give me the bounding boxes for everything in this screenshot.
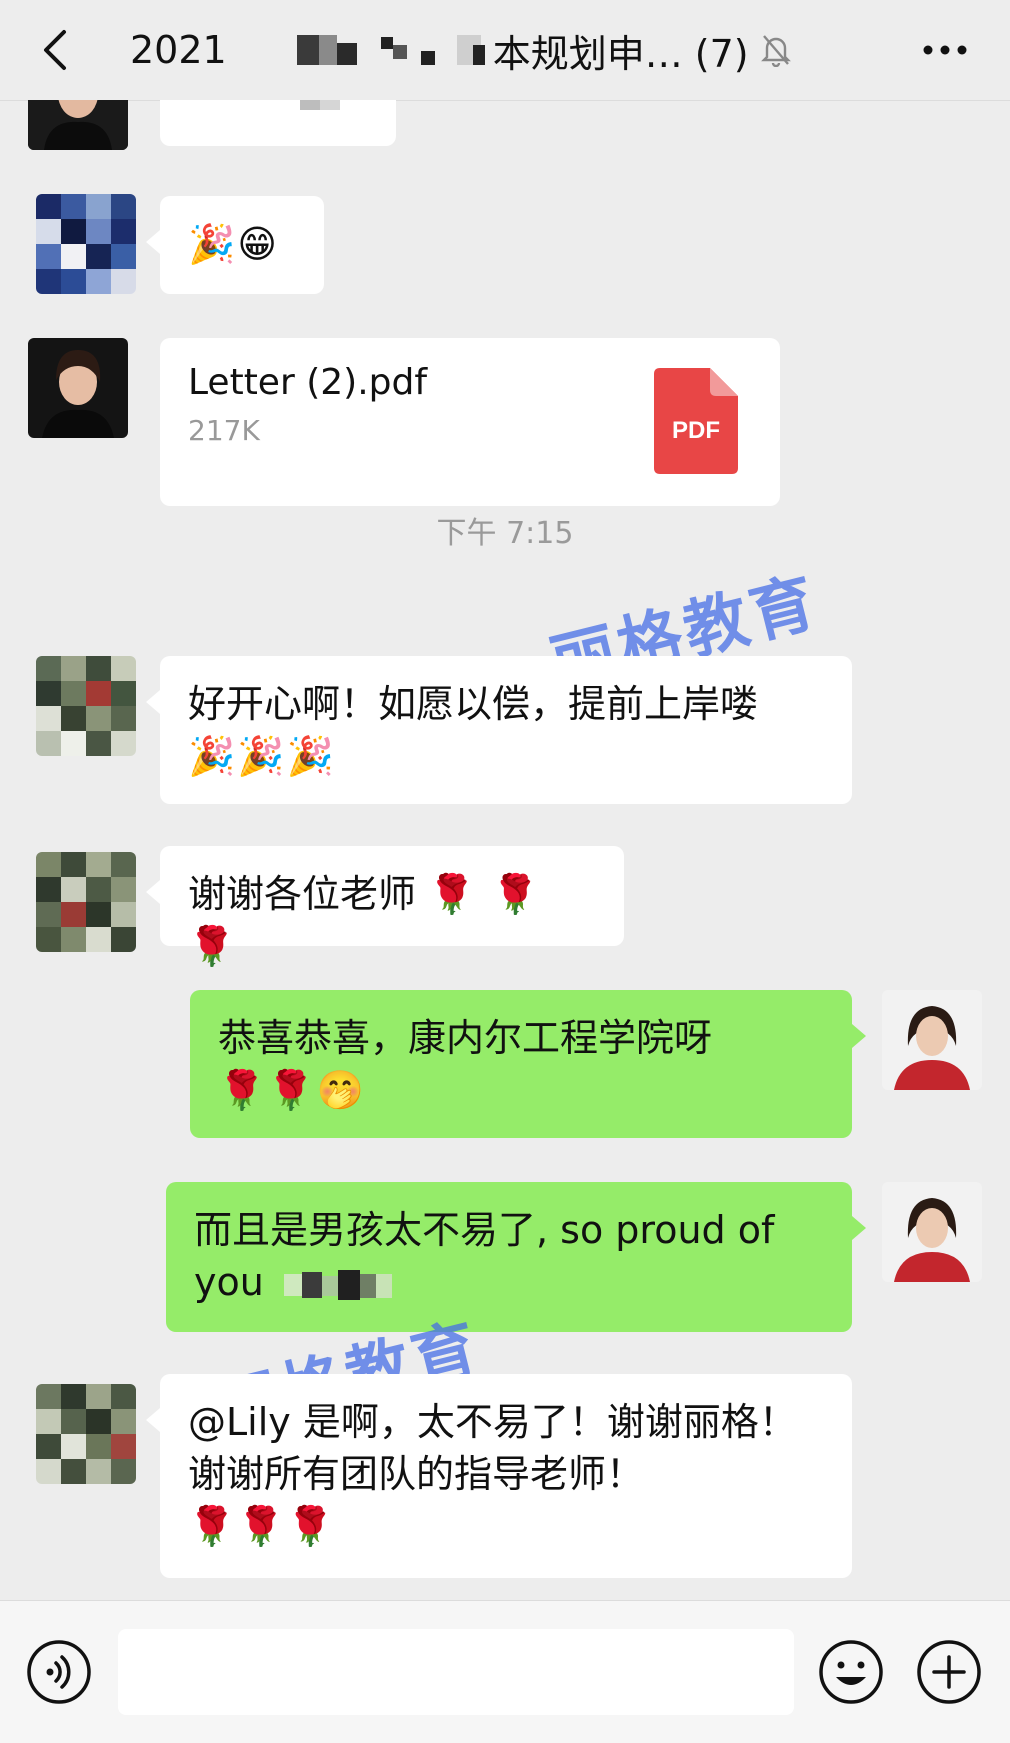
file-name: Letter (2).pdf bbox=[188, 362, 428, 403]
message-timestamp: 下午 7:15 bbox=[436, 516, 574, 551]
more-dots-icon bbox=[923, 45, 967, 55]
input-bar bbox=[0, 1600, 1010, 1743]
message-bubble-text[interactable]: 好开心啊！如愿以偿，提前上岸喽 🎉🎉🎉 bbox=[146, 656, 852, 804]
avatar-teacher[interactable] bbox=[28, 100, 128, 150]
voice-input-button[interactable] bbox=[26, 1639, 92, 1705]
pdf-label: PDF bbox=[672, 417, 720, 444]
message-emojis: 🎉😁 bbox=[188, 222, 279, 266]
avatar-photo bbox=[882, 1182, 982, 1282]
avatar-photo bbox=[28, 338, 128, 438]
message-bubble-text[interactable]: 谢谢各位老师 🌹 🌹 🌹 bbox=[146, 846, 624, 968]
group-title: 2021 本规划申… (7) bbox=[130, 22, 850, 78]
file-size: 217K bbox=[188, 414, 260, 447]
avatar-mosaic bbox=[36, 194, 136, 294]
message-bubble-emoji[interactable]: 🎉😁 bbox=[146, 196, 324, 294]
group-title-prefix: 2021 bbox=[130, 28, 227, 72]
message-bubble-partial[interactable] bbox=[160, 100, 396, 146]
avatar-mosaic bbox=[36, 656, 136, 756]
avatar-mosaic bbox=[36, 852, 136, 952]
avatar-member-blurred[interactable] bbox=[36, 656, 136, 756]
emoji-button[interactable] bbox=[818, 1639, 884, 1705]
message-bubble-sent[interactable]: 恭喜恭喜，康内尔工程学院呀 🌹🌹🤭 bbox=[190, 990, 866, 1138]
message-text: 谢谢各位老师 bbox=[188, 872, 417, 916]
message-bubble-sent[interactable]: 而且是男孩太不易了, so proud of you bbox=[166, 1182, 866, 1332]
message-emojis: 🎉🎉🎉 bbox=[188, 734, 336, 778]
redacted-mosaic bbox=[296, 35, 485, 65]
redacted-mosaic bbox=[300, 100, 340, 110]
message-input[interactable] bbox=[118, 1629, 794, 1715]
avatar-member-blurred[interactable] bbox=[36, 852, 136, 952]
chat-header: 2021 本规划申… (7) bbox=[0, 0, 1010, 101]
back-button[interactable] bbox=[30, 22, 80, 78]
more-functions-button[interactable] bbox=[916, 1639, 982, 1705]
more-options-button[interactable] bbox=[910, 22, 980, 78]
plus-circle-icon bbox=[917, 1640, 981, 1704]
chevron-left-icon bbox=[44, 30, 66, 70]
redacted-mosaic bbox=[283, 1269, 392, 1300]
message-emojis: 🌹🌹🤭 bbox=[218, 1068, 366, 1112]
group-title-suffix: 本规划申… (7) bbox=[492, 31, 749, 76]
message-text: 好开心啊！如愿以偿，提前上岸喽 bbox=[188, 682, 759, 726]
voice-icon bbox=[27, 1640, 91, 1704]
message-text: 而且是男孩太不易了, so proud of you bbox=[194, 1208, 775, 1304]
avatar-member-blurred[interactable] bbox=[36, 194, 136, 294]
message-emojis: 🌹🌹🌹 bbox=[188, 1504, 336, 1548]
chat-area[interactable]: 🎉😁 Letter (2).pdf 217K PDF 下午 7:15 丽格教育 bbox=[0, 100, 1010, 1600]
message-text: @Lily 是啊，太不易了！谢谢丽格！谢谢所有团队的指导老师！ bbox=[188, 1400, 797, 1496]
smiley-icon bbox=[819, 1640, 883, 1704]
avatar-mosaic bbox=[36, 1384, 136, 1484]
avatar-photo bbox=[28, 100, 128, 150]
file-message[interactable]: Letter (2).pdf 217K PDF bbox=[160, 338, 780, 506]
avatar-self[interactable] bbox=[882, 990, 982, 1090]
pdf-file-icon: PDF bbox=[654, 368, 738, 474]
message-text: 恭喜恭喜，康内尔工程学院呀 bbox=[218, 1016, 713, 1060]
avatar-self[interactable] bbox=[882, 1182, 982, 1282]
avatar-member-blurred[interactable] bbox=[36, 1384, 136, 1484]
message-bubble-text[interactable]: @Lily 是啊，太不易了！谢谢丽格！谢谢所有团队的指导老师！ 🌹🌹🌹 bbox=[146, 1374, 852, 1578]
avatar-teacher[interactable] bbox=[28, 338, 128, 438]
muted-bell-icon bbox=[760, 35, 791, 67]
avatar-photo bbox=[882, 990, 982, 1090]
